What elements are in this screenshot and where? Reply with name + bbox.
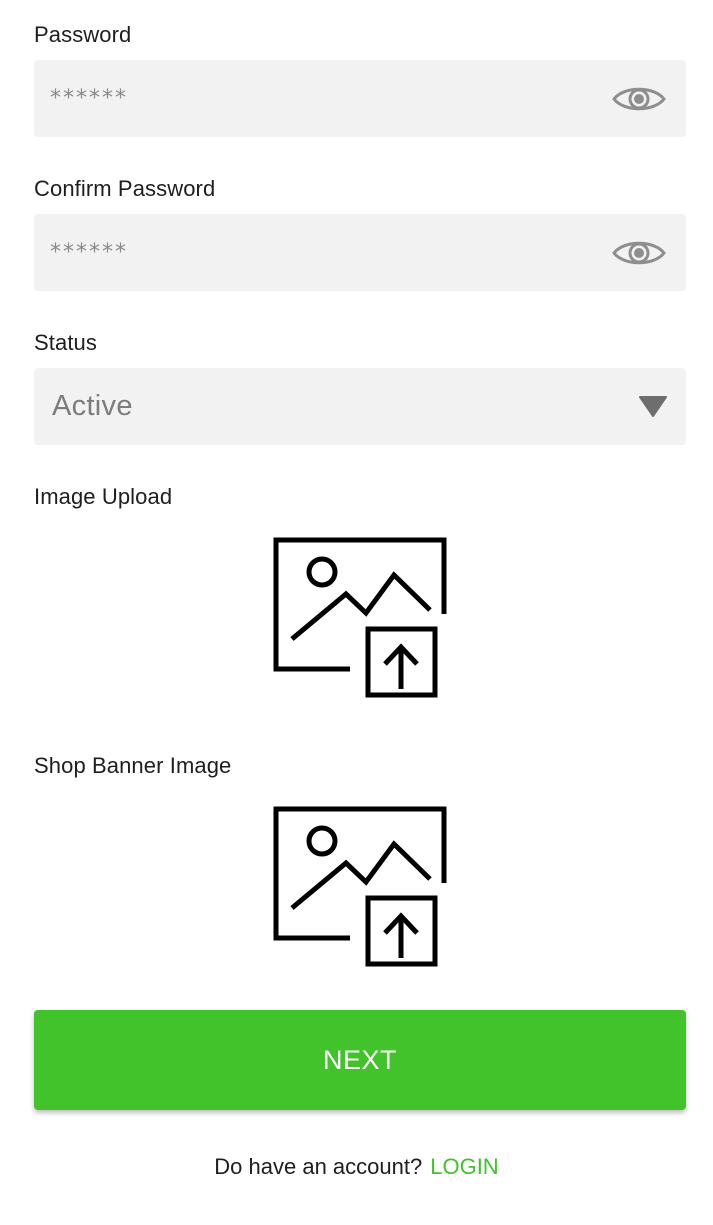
login-prompt-text: Do have an account?: [214, 1154, 423, 1179]
status-select[interactable]: Active: [34, 368, 686, 445]
password-label: Password: [34, 22, 132, 47]
login-prompt: Do have an account? LOGIN: [0, 1154, 713, 1180]
confirm-password-label: Confirm Password: [34, 176, 216, 201]
eye-icon[interactable]: [612, 238, 666, 268]
shop-banner-label: Shop Banner Image: [34, 753, 232, 778]
confirm-password-value: ******: [50, 240, 128, 265]
caret-down-icon[interactable]: [638, 394, 668, 418]
password-field[interactable]: ******: [34, 60, 686, 137]
next-button[interactable]: NEXT: [34, 1010, 686, 1110]
eye-icon[interactable]: [612, 84, 666, 114]
confirm-password-field[interactable]: ******: [34, 214, 686, 291]
status-label: Status: [34, 330, 97, 355]
status-selected-value: Active: [52, 390, 133, 422]
image-upload-icon[interactable]: [272, 536, 448, 698]
login-link[interactable]: LOGIN: [430, 1154, 498, 1179]
shop-banner-upload-icon[interactable]: [272, 805, 448, 967]
image-upload-label: Image Upload: [34, 484, 173, 509]
password-value: ******: [50, 86, 128, 111]
